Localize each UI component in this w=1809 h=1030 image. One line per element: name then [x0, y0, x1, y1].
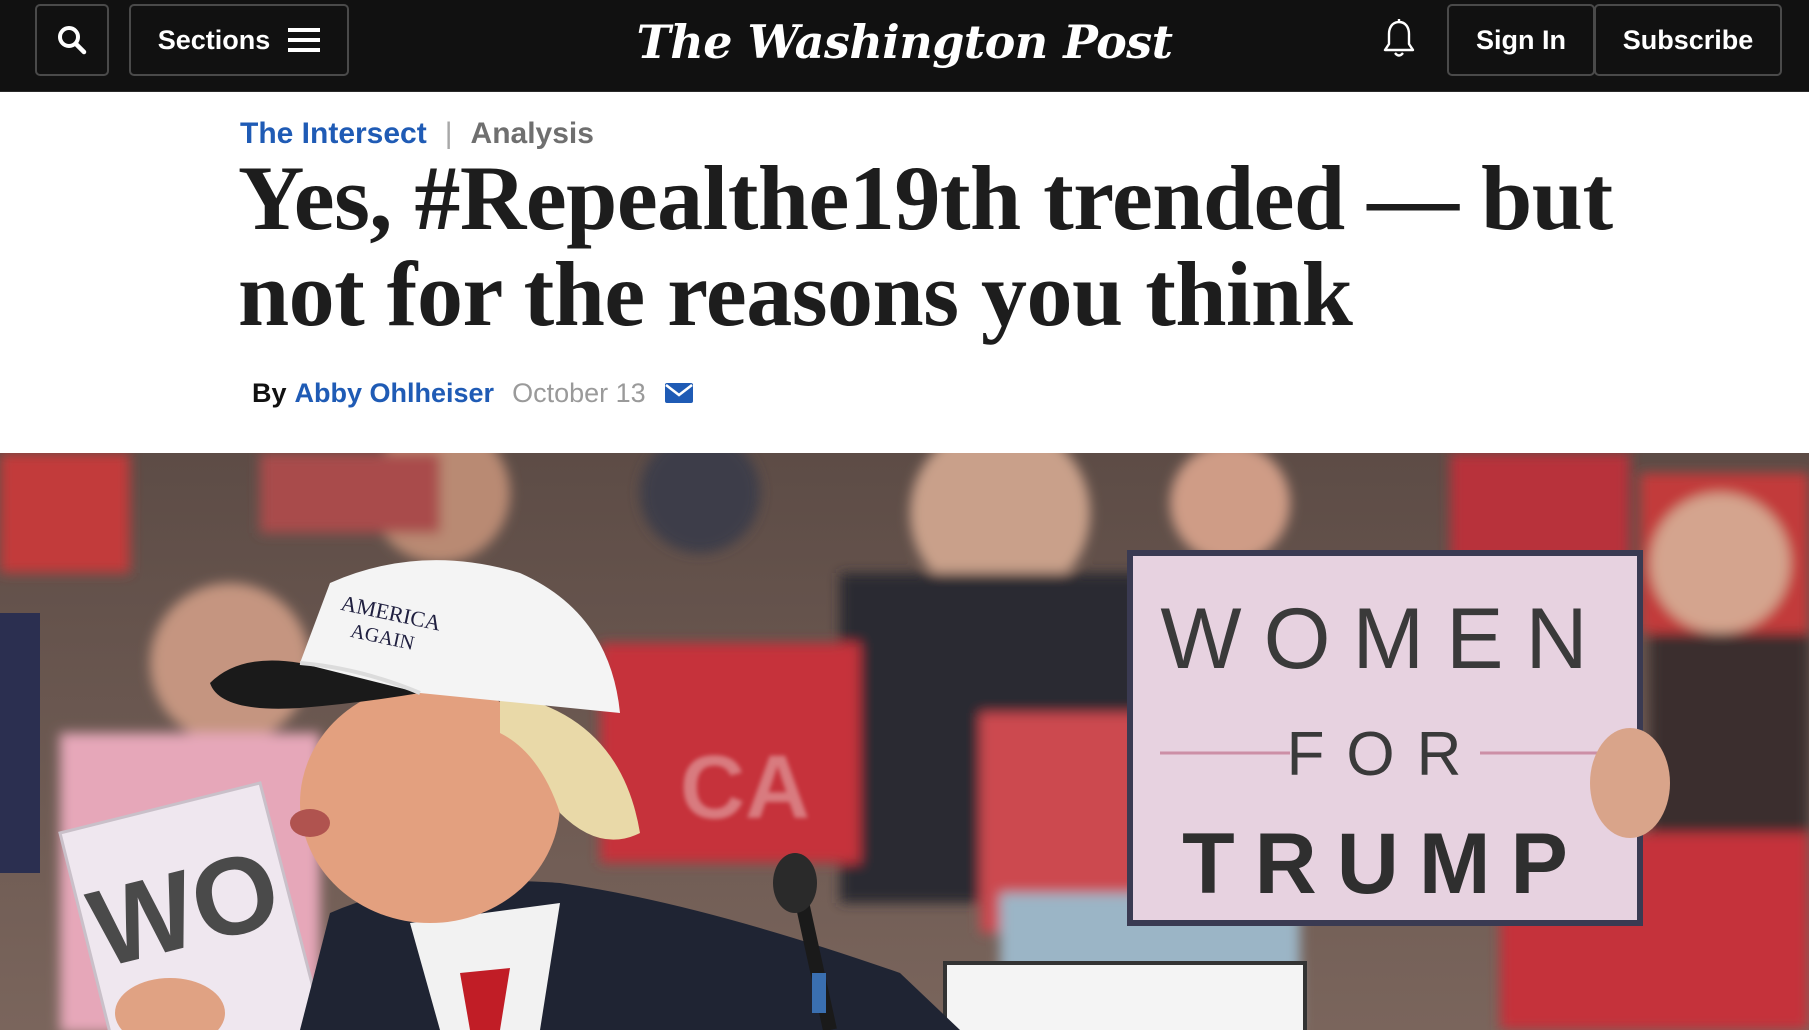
kicker-divider: | — [444, 117, 453, 150]
article-headline: Yes, #Repealthe19th trended — but not fo… — [238, 150, 1638, 342]
white-sign-bottom — [943, 961, 1307, 1030]
byline: By Abby Ohlheiser October 13 — [252, 372, 694, 414]
author-link[interactable]: Abby Ohlheiser — [295, 378, 495, 409]
envelope-icon[interactable] — [664, 381, 694, 405]
sign-line-trump: TRUMP — [1182, 816, 1588, 912]
headline-line-1: Yes, #Repealthe19th trended — but — [238, 147, 1613, 249]
sign-line-for: FOR — [1287, 720, 1484, 789]
subscribe-button[interactable]: Subscribe — [1594, 4, 1782, 76]
sign-line-women: WOMEN — [1160, 591, 1609, 687]
background-sign-text: CA — [680, 738, 810, 838]
lead-photo: CA WOMEN FOR TRUMP WO AMERICA AGAIN — [0, 453, 1809, 1030]
kicker-section-link[interactable]: The Intersect — [240, 117, 427, 151]
publish-date: October 13 — [512, 377, 646, 408]
women-for-trump-sign: WOMEN FOR TRUMP — [1127, 550, 1670, 926]
kicker-label: Analysis — [470, 117, 594, 150]
masthead-link[interactable]: The Washington Post — [637, 15, 1173, 69]
left-edge-sign — [0, 613, 40, 873]
bell-icon[interactable] — [1381, 18, 1417, 60]
headline-line-2: not for the reasons you think — [238, 243, 1353, 345]
top-navigation-bar: Sections The Washington Post Sign In Sub… — [0, 0, 1809, 92]
sign-in-button[interactable]: Sign In — [1447, 4, 1595, 76]
photo-illustration: CA WOMEN FOR TRUMP WO AMERICA AGAIN — [0, 453, 1809, 1030]
byline-prefix: By — [252, 377, 287, 408]
